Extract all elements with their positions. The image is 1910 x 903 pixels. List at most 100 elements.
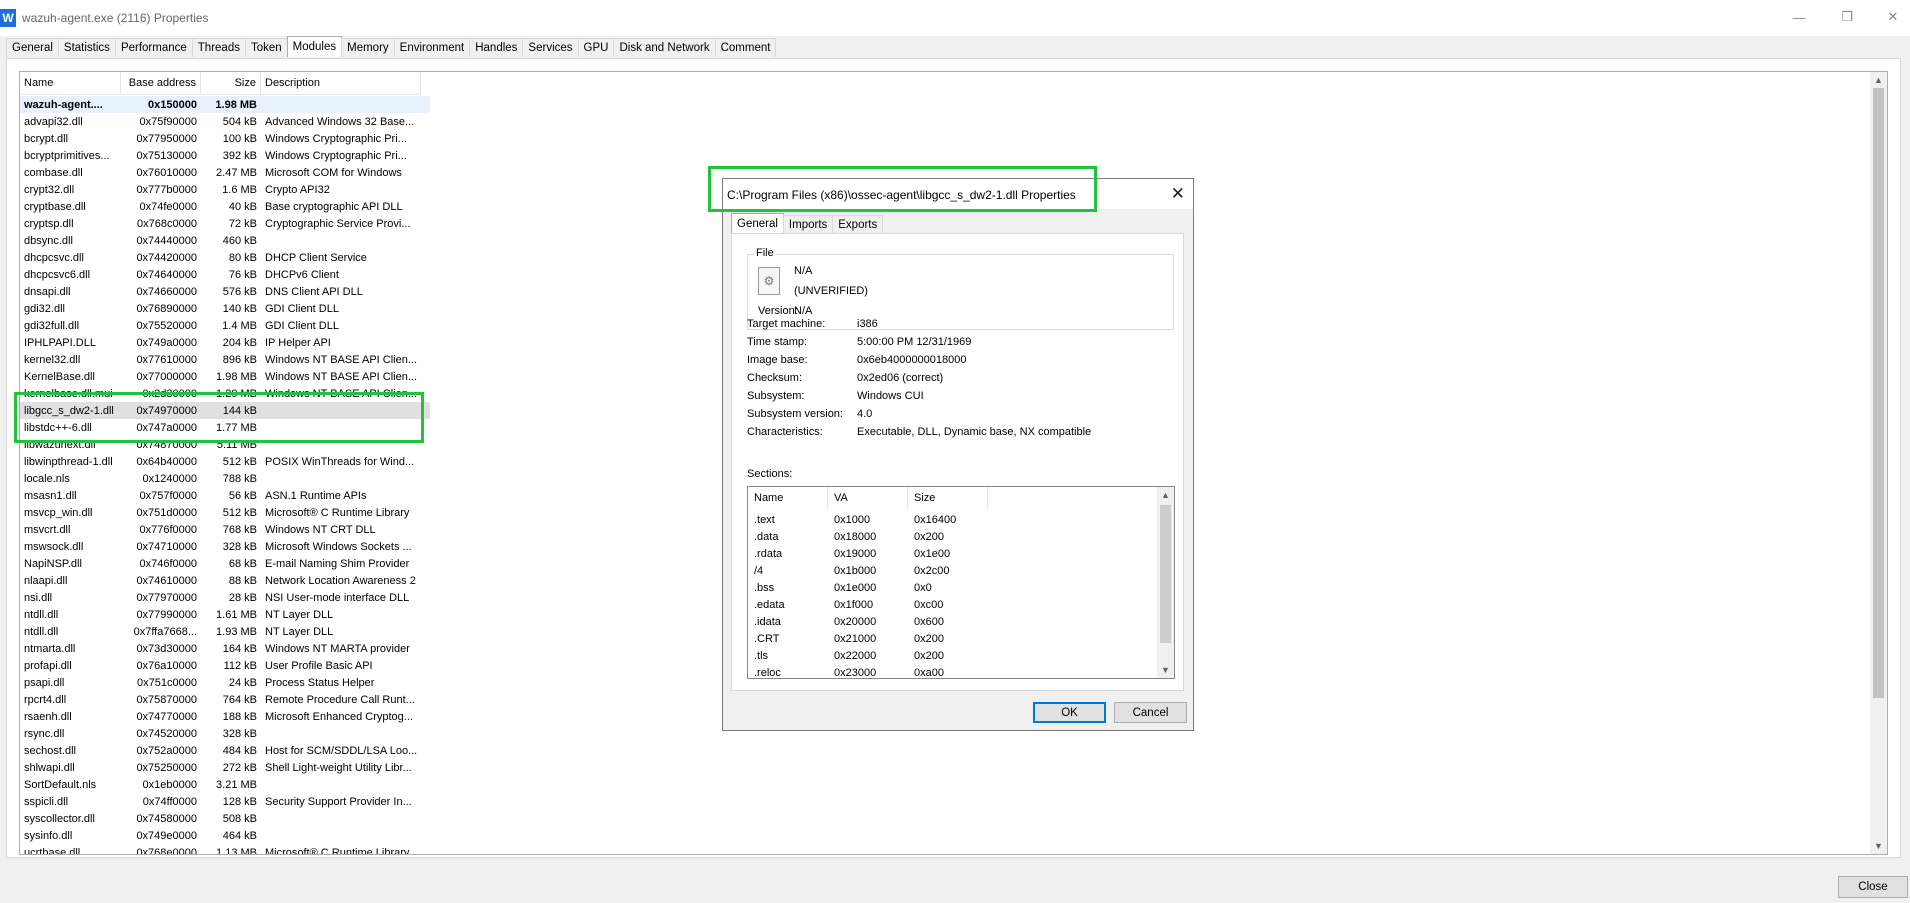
module-size: 1.93 MB [216,625,257,638]
table-row[interactable]: libgcc_s_dw2-1.dll 0x74970000 144 kB [20,402,430,419]
section-row[interactable]: .edata 0x1f000 0xc00 [748,596,988,613]
table-row[interactable]: psapi.dll 0x751c0000 24 kB Process Status H… [20,674,430,691]
tab-performance[interactable]: Performance [114,38,193,57]
scroll-down-icon[interactable]: ▼ [1870,838,1887,854]
table-row[interactable]: nsi.dll 0x77970000 28 kB NSI User-mode inte… [20,589,430,606]
modules-scrollbar[interactable]: ▲ ▼ [1870,72,1887,854]
table-row[interactable]: rsaenh.dll 0x74770000 188 kB Microsoft Enha… [20,708,430,725]
section-row[interactable]: /4 0x1b000 0x2c00 [748,562,988,579]
section-row[interactable]: .tls 0x22000 0x200 [748,647,988,664]
ok-button[interactable]: OK [1033,702,1106,723]
dialog-tab-exports[interactable]: Exports [832,215,884,233]
table-row[interactable]: advapi32.dll 0x75f90000 504 kB Advanced Win… [20,113,430,130]
table-row[interactable]: cryptsp.dll 0x768c0000 72 kB Cryptographic … [20,215,430,232]
tab-general[interactable]: General [6,38,59,57]
table-row[interactable]: rpcrt4.dll 0x75870000 764 kB Remote Procedu… [20,691,430,708]
tab-token[interactable]: Token [244,38,288,57]
tab-statistics[interactable]: Statistics [57,38,116,57]
table-row[interactable]: gdi32.dll 0x76890000 140 kB GDI Client DLL [20,300,430,317]
table-row[interactable]: msasn1.dll 0x757f0000 56 kB ASN.1 Runtime A… [20,487,430,504]
module-desc: Microsoft COM for Windows [265,166,402,179]
sections-list[interactable]: Name VA Size .text 0x1000 0x16400 .data 0x18… [747,486,1175,679]
table-row[interactable]: KernelBase.dll 0x77000000 1.98 MB Windows N… [20,368,430,385]
tab-memory[interactable]: Memory [341,38,395,57]
tab-threads[interactable]: Threads [191,38,246,57]
table-row[interactable]: locale.nls 0x1240000 788 kB [20,470,430,487]
section-row[interactable]: .bss 0x1e000 0x0 [748,579,988,596]
section-row[interactable]: .idata 0x20000 0x600 [748,613,988,630]
table-row[interactable]: nlaapi.dll 0x74610000 88 kB Network Locatio… [20,572,430,589]
scroll-thumb[interactable] [1873,88,1884,698]
table-row[interactable]: shlwapi.dll 0x75250000 272 kB Shell Light-w… [20,759,430,776]
tab-modules[interactable]: Modules [286,36,343,57]
section-row[interactable]: .text 0x1000 0x16400 [748,511,988,528]
table-row[interactable]: sspicli.dll 0x74ff0000 128 kB Security Supp… [20,793,430,810]
table-row[interactable]: dhcpcsvc.dll 0x74420000 80 kB DHCP Client S… [20,249,430,266]
column-header-description[interactable]: Description [261,72,421,94]
column-header-name[interactable]: Name [20,72,121,94]
section-row[interactable]: .rdata 0x19000 0x1e00 [748,545,988,562]
table-row[interactable]: combase.dll 0x76010000 2.47 MB Microsoft CO… [20,164,430,181]
tab-disk-and-network[interactable]: Disk and Network [613,38,716,57]
dialog-title-bar: C:\Program Files (x86)\ossec-agent\libgc… [723,179,1193,209]
table-row[interactable]: wazuh-agent.... 0x150000 1.98 MB [20,96,430,113]
table-row[interactable]: mswsock.dll 0x74710000 328 kB Microsoft Win… [20,538,430,555]
table-row[interactable]: msvcrt.dll 0x776f0000 768 kB Windows NT CRT… [20,521,430,538]
cancel-button[interactable]: Cancel [1114,702,1187,723]
table-row[interactable]: dnsapi.dll 0x74660000 576 kB DNS Client API… [20,283,430,300]
table-row[interactable]: rsync.dll 0x74520000 328 kB [20,725,430,742]
table-row[interactable]: syscollector.dll 0x74580000 508 kB [20,810,430,827]
table-row[interactable]: ntmarta.dll 0x73d30000 164 kB Windows NT MA… [20,640,430,657]
table-row[interactable]: NapiNSP.dll 0x746f0000 68 kB E-mail Naming … [20,555,430,572]
tab-handles[interactable]: Handles [469,38,524,57]
close-button[interactable]: Close [1838,876,1908,898]
section-size: 0x200 [914,632,944,645]
section-row[interactable]: .CRT 0x21000 0x200 [748,630,988,647]
sections-column-va[interactable]: VA [828,487,908,509]
table-row[interactable]: kernel32.dll 0x77610000 896 kB Windows NT B… [20,351,430,368]
table-row[interactable]: profapi.dll 0x76a10000 112 kB User Profile … [20,657,430,674]
dialog-close-icon[interactable]: ✕ [1171,184,1185,204]
tab-environment[interactable]: Environment [393,38,471,57]
table-row[interactable]: ntdll.dll 0x77990000 1.61 MB NT Layer DLL [20,606,430,623]
table-row[interactable]: SortDefault.nls 0x1eb0000 3.21 MB [20,776,430,793]
scroll-up-icon[interactable]: ▲ [1870,72,1887,88]
module-desc: Host for SCM/SDDL/LSA Loo... [265,744,418,757]
sections-column-name[interactable]: Name [748,487,828,509]
table-row[interactable]: sechost.dll 0x752a0000 484 kB Host for SCM/… [20,742,430,759]
section-row[interactable]: .data 0x18000 0x200 [748,528,988,545]
sections-scroll-up-icon[interactable]: ▲ [1157,487,1174,503]
table-row[interactable]: sysinfo.dll 0x749e0000 464 kB [20,827,430,844]
close-icon[interactable]: ✕ [1878,8,1908,26]
dialog-tab-general[interactable]: General [731,213,784,233]
table-row[interactable]: kernelbase.dll.mui 0x2d30000 1.29 MB Window… [20,385,430,402]
table-row[interactable]: cryptbase.dll 0x74fe0000 40 kB Base cryptog… [20,198,430,215]
table-row[interactable]: bcryptprimitives... 0x75130000 392 kB Windo… [20,147,430,164]
table-row[interactable]: libwinpthread-1.dll 0x64b40000 512 kB POSIX… [20,453,430,470]
sections-scroll-down-icon[interactable]: ▼ [1157,662,1174,678]
module-desc: Windows Cryptographic Pri... [265,149,407,162]
table-row[interactable]: dhcpcsvc6.dll 0x74640000 76 kB DHCPv6 Clien… [20,266,430,283]
table-row[interactable]: ntdll.dll 0x7ffa7668... 1.93 MB NT Layer DL… [20,623,430,640]
minimize-icon[interactable]: — [1784,8,1814,26]
table-row[interactable]: crypt32.dll 0x777b0000 1.6 MB Crypto API32 [20,181,430,198]
tab-comment[interactable]: Comment [714,38,777,57]
column-header-size[interactable]: Size [201,72,261,94]
table-row[interactable]: gdi32full.dll 0x75520000 1.4 MB GDI Client … [20,317,430,334]
table-row[interactable]: libwazuhext.dll 0x74870000 5.11 MB [20,436,430,453]
column-header-base-address[interactable]: Base address [121,72,201,94]
table-row[interactable]: dbsync.dll 0x74440000 460 kB [20,232,430,249]
table-row[interactable]: libstdc++-6.dll 0x747a0000 1.77 MB [20,419,430,436]
dialog-tab-imports[interactable]: Imports [782,215,834,233]
tab-services[interactable]: Services [522,38,579,57]
table-row[interactable]: IPHLPAPI.DLL 0x749a0000 204 kB IP Helper AP… [20,334,430,351]
section-row[interactable]: .reloc 0x23000 0xa00 [748,664,988,679]
sections-column-size[interactable]: Size [908,487,988,509]
sections-scrollbar[interactable]: ▲ ▼ [1157,487,1174,678]
restore-icon[interactable]: ❐ [1832,8,1862,26]
tab-gpu[interactable]: GPU [577,38,615,57]
sections-scroll-thumb[interactable] [1160,505,1171,643]
table-row[interactable]: msvcp_win.dll 0x751d0000 512 kB Microsoft® … [20,504,430,521]
table-row[interactable]: ucrtbase.dll 0x768e0000 1.13 MB Microsoft® … [20,844,430,855]
table-row[interactable]: bcrypt.dll 0x77950000 100 kB Windows Crypto… [20,130,430,147]
